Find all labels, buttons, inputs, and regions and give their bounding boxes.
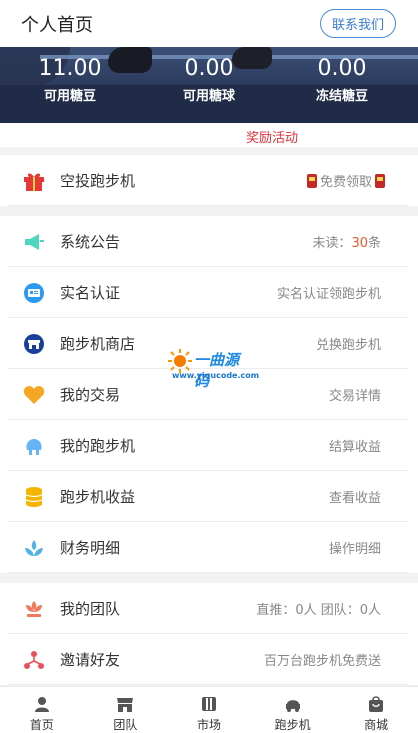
unread-number: 30 [351, 236, 368, 251]
menu-item-hint: 交易详情 [328, 389, 381, 404]
phone-icon [375, 173, 385, 188]
stat-available-beans: 11.00 可用糖豆 [0, 56, 140, 104]
page-title: 个人首页 [21, 14, 93, 36]
menu-item-label: 实名认证 [60, 284, 121, 302]
shop-icon [116, 695, 134, 713]
menu-item-label: 跑步机商店 [60, 335, 136, 353]
tab-treadmill[interactable]: 跑步机 [251, 687, 335, 733]
gift-icon [21, 168, 47, 194]
menu-item-verification[interactable]: 实名认证 实名认证领跑步机 [0, 267, 418, 318]
menu-item-hint-text: 免费领取 [319, 175, 372, 190]
menu-item-my-treadmill[interactable]: 我的跑步机 结算收益 [0, 420, 418, 471]
menu-item-label: 我的交易 [60, 386, 121, 404]
tab-label: 商城 [364, 718, 389, 732]
menu-item-hint: 直推：0人 团队：0人 [256, 603, 381, 618]
stat-value: 0.00 [184, 56, 234, 81]
tab-mall[interactable]: 商城 [334, 687, 418, 733]
tab-home[interactable]: 首页 [0, 687, 84, 733]
menu-item-earnings[interactable]: 跑步机收益 查看收益 [0, 471, 418, 522]
section-gap [0, 573, 418, 583]
unread-count: 未读：30条 [312, 232, 381, 251]
stat-value: 11.00 [38, 56, 102, 81]
market-icon [200, 695, 218, 713]
treadmill-icon [284, 695, 302, 713]
unread-prefix: 未读： [312, 236, 352, 251]
menu-item-hint: 免费领取 [306, 171, 386, 190]
menu-item-hint: 查看收益 [328, 491, 381, 506]
watermark-title: 一曲源码 [194, 351, 240, 390]
stat-value: 0.00 [317, 56, 367, 81]
menu-item-hint: 结算收益 [328, 440, 381, 455]
menu-item-label: 邀请好友 [60, 651, 121, 669]
stat-label: 可用糖豆 [43, 89, 96, 104]
user-icon [33, 695, 51, 713]
phone-icon [306, 173, 317, 188]
store-icon [21, 331, 47, 357]
tab-label: 市场 [196, 718, 221, 732]
menu-item-airdrop[interactable]: 空投跑步机 免费领取 [0, 155, 418, 206]
watermark-url: www.yiqucode.com [172, 371, 260, 380]
menu-item-label: 我的团队 [60, 600, 121, 618]
tab-market[interactable]: 市场 [167, 687, 251, 733]
menu-item-label: 我的跑步机 [60, 437, 136, 455]
watermark: 一曲源码 www.yiqucode.com [168, 349, 259, 390]
reward-activity-link[interactable]: 奖励活动 [246, 127, 298, 146]
heart-icon [21, 382, 47, 408]
bottom-tab-bar: 首页 团队 市场 跑步机 商城 [0, 686, 418, 733]
menu-item-announcements[interactable]: 系统公告 未读：30条 [0, 216, 418, 267]
stat-label: 可用糖球 [182, 89, 235, 104]
coins-icon [21, 484, 47, 510]
id-card-icon [21, 280, 47, 306]
tab-team[interactable]: 团队 [84, 687, 168, 733]
stat-frozen-beans: 0.00 冻结糖豆 [272, 56, 412, 104]
menu-item-label: 跑步机收益 [60, 488, 136, 506]
menu-item-hint: 实名认证领跑步机 [276, 287, 381, 302]
megaphone-icon [21, 229, 47, 255]
menu-item-invite[interactable]: 邀请好友 百万台跑步机免费送 [0, 634, 418, 685]
unread-suffix: 条 [367, 236, 381, 251]
menu-item-label: 空投跑步机 [60, 172, 136, 190]
menu-item-label: 财务明细 [60, 539, 121, 557]
stat-label: 冻结糖豆 [315, 89, 368, 104]
bag-icon [367, 695, 385, 713]
menu-item-team[interactable]: 我的团队 直推：0人 团队：0人 [0, 583, 418, 634]
menu-item-hint: 操作明细 [328, 542, 381, 557]
stat-available-balls: 0.00 可用糖球 [139, 56, 279, 104]
treadmill-icon [21, 433, 47, 459]
tab-label: 团队 [113, 718, 138, 732]
menu-item-label: 系统公告 [60, 233, 121, 251]
stats-banner: 11.00 可用糖豆 0.00 可用糖球 0.00 冻结糖豆 [0, 47, 418, 123]
finance-icon [21, 535, 47, 561]
sun-logo-icon [168, 349, 192, 373]
share-icon [21, 647, 47, 673]
section-gap [0, 206, 418, 216]
team-icon [21, 596, 47, 622]
activity-bar: 奖励活动 [0, 123, 418, 147]
contact-us-button[interactable]: 联系我们 [320, 9, 396, 38]
top-header: 个人首页 联系我们 [0, 0, 418, 47]
menu-item-hint: 百万台跑步机免费送 [263, 654, 381, 669]
tab-label: 跑步机 [274, 718, 311, 732]
tab-label: 首页 [29, 718, 54, 732]
menu-item-hint: 兑换跑步机 [315, 338, 381, 353]
menu-item-finance[interactable]: 财务明细 操作明细 [0, 522, 418, 573]
